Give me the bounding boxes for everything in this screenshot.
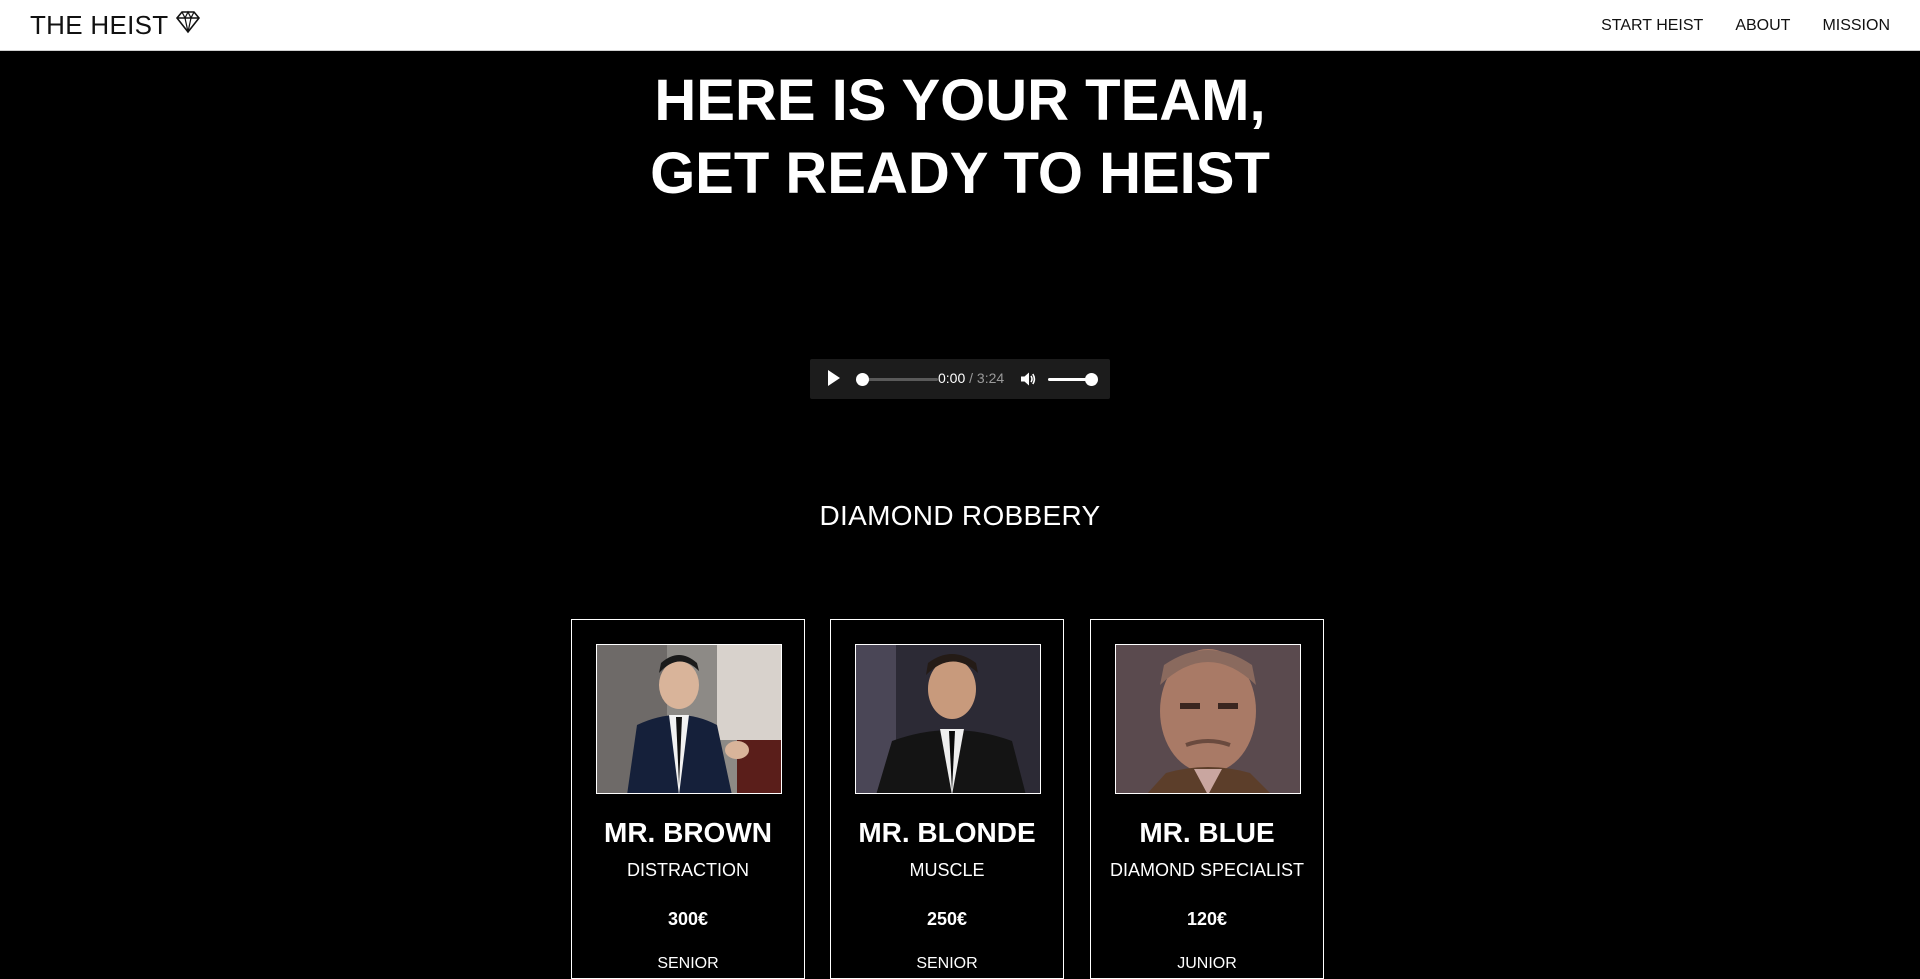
brand-link[interactable]: THE HEIST <box>30 0 201 51</box>
member-photo-image <box>856 645 1040 793</box>
member-photo-image <box>1116 645 1300 793</box>
nav-about[interactable]: ABOUT <box>1735 17 1790 35</box>
member-photo-image <box>597 645 781 793</box>
member-role: DISTRACTION <box>626 860 749 880</box>
member-price: 250€ <box>926 909 968 929</box>
member-role: MUSCLE <box>909 860 985 880</box>
hero-title: HERE IS YOUR TEAM, GET READY TO HEIST <box>0 64 1920 210</box>
member-level: JUNIOR <box>1177 955 1237 972</box>
volume-icon[interactable] <box>1020 371 1036 387</box>
member-name: MR. BROWN <box>604 817 772 848</box>
mission-title: DIAMOND ROBBERY <box>819 500 1101 531</box>
audio-player: 0:00 / 3:24 <box>810 359 1110 399</box>
member-price: 120€ <box>1186 909 1228 929</box>
member-photo <box>1115 644 1301 794</box>
member-level: SENIOR <box>657 955 719 972</box>
team-card[interactable]: MR. BLUE DIAMOND SPECIALIST 120€ JUNIOR <box>1090 619 1324 979</box>
volume-thumb[interactable] <box>1085 373 1098 386</box>
duration: 3:24 <box>976 370 1005 386</box>
hero-title-line-1: HERE IS YOUR TEAM, <box>654 68 1266 133</box>
member-name: MR. BLUE <box>1139 817 1275 848</box>
member-photo <box>596 644 782 794</box>
nav-start-heist[interactable]: START HEIST <box>1601 17 1703 35</box>
member-name: MR. BLONDE <box>858 817 1036 848</box>
brand-name: THE HEIST <box>30 10 169 40</box>
hero-title-line-2: GET READY TO HEIST <box>650 141 1270 206</box>
member-photo <box>855 644 1041 794</box>
seek-thumb[interactable] <box>856 373 869 386</box>
seek-slider[interactable] <box>856 373 938 386</box>
volume-slider[interactable] <box>1048 373 1098 386</box>
navbar: THE HEIST START HEIST ABOUT MISSION <box>0 0 1920 51</box>
member-level: SENIOR <box>916 955 978 972</box>
time-display: 0:00 / 3:24 <box>938 370 1004 386</box>
diamond-icon <box>175 10 200 33</box>
nav-mission[interactable]: MISSION <box>1822 17 1890 35</box>
play-icon[interactable] <box>828 370 840 386</box>
member-role: DIAMOND SPECIALIST <box>1109 860 1305 880</box>
member-price: 300€ <box>667 909 709 929</box>
nav-links: START HEIST ABOUT MISSION <box>1601 0 1890 51</box>
team-card[interactable]: MR. BLONDE MUSCLE 250€ SENIOR <box>830 619 1064 979</box>
time-separator: / <box>965 370 977 386</box>
current-time: 0:00 <box>938 370 966 386</box>
team-card[interactable]: MR. BROWN DISTRACTION 300€ SENIOR <box>571 619 805 979</box>
